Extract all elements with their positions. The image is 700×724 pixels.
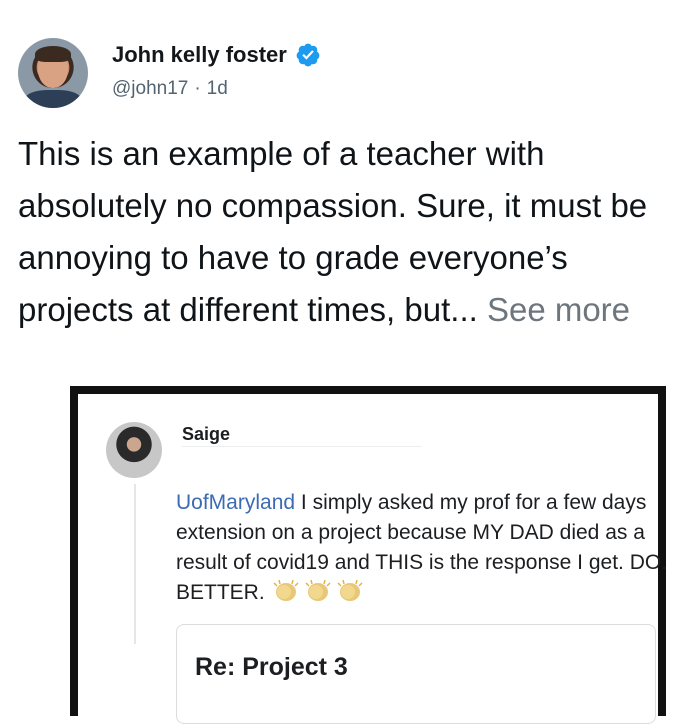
- author-avatar[interactable]: [18, 38, 88, 108]
- clapping-hands-icon: [303, 579, 333, 603]
- tweet-age[interactable]: 1d: [207, 78, 228, 100]
- author-handle[interactable]: @john17: [112, 78, 188, 100]
- author-name[interactable]: John kelly foster: [112, 42, 287, 68]
- clapping-hands-icon: [335, 579, 365, 603]
- email-subject: Re: Project 3: [195, 653, 348, 681]
- embedded-screenshot[interactable]: Saige UofMaryland I simply asked my prof…: [70, 386, 667, 724]
- meta-separator: ·: [194, 78, 201, 99]
- tweet-meta: @john17 · 1d: [112, 78, 228, 100]
- divider: [182, 446, 422, 447]
- thread-line: [134, 484, 136, 644]
- verified-badge-icon: [295, 42, 321, 68]
- tweet-header: John kelly foster @john17 · 1d: [18, 38, 682, 110]
- reaction-icons: [271, 579, 365, 603]
- mention-link: UofMaryland: [176, 491, 296, 514]
- embedded-author-avatar: [106, 422, 162, 478]
- embedded-author-name: Saige: [182, 424, 231, 444]
- author-name-row: John kelly foster: [112, 42, 321, 68]
- clapping-hands-icon: [271, 579, 301, 603]
- email-reply-card: Re: Project 3: [176, 624, 656, 724]
- embedded-post-text: UofMaryland I simply asked my prof for a…: [176, 488, 696, 608]
- see-more-link[interactable]: See more: [487, 291, 630, 328]
- tweet-text: This is an example of a teacher with abs…: [18, 128, 682, 336]
